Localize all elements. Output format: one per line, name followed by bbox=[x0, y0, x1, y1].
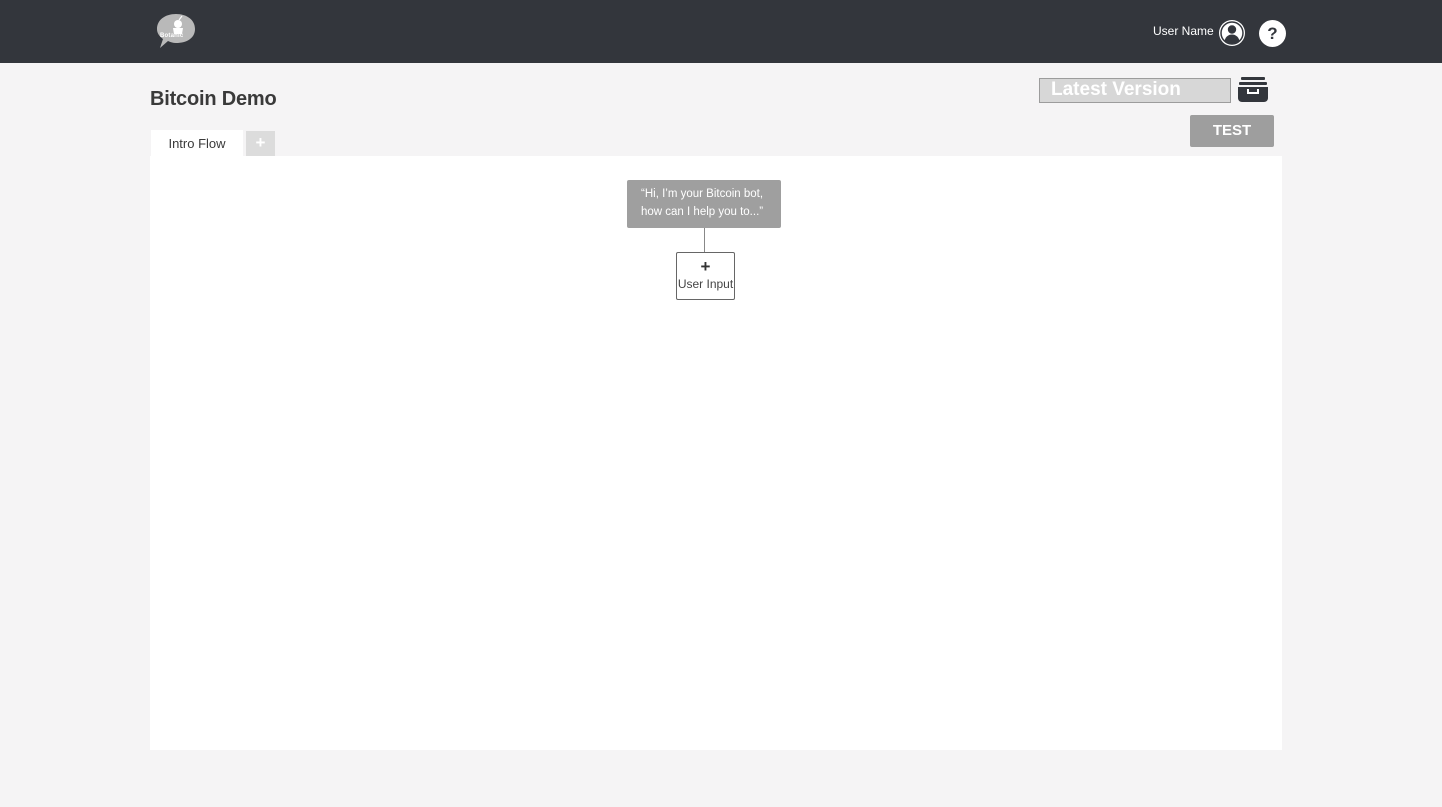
top-bar: Botanic User Name ? bbox=[0, 0, 1442, 63]
tab-intro-flow[interactable]: Intro Flow bbox=[151, 130, 243, 157]
user-name[interactable]: User Name bbox=[1153, 24, 1214, 38]
version-select[interactable]: Latest Version bbox=[1039, 78, 1231, 103]
archive-box-icon[interactable] bbox=[1237, 76, 1269, 103]
help-icon[interactable]: ? bbox=[1259, 20, 1286, 47]
add-user-input-button[interactable]: + User Input bbox=[676, 252, 735, 300]
logo-text: Botanic bbox=[160, 33, 184, 39]
user-avatar-icon[interactable] bbox=[1218, 19, 1246, 47]
bot-message-line-2: how can I help you to...” bbox=[641, 206, 764, 218]
bot-message-line-1: “Hi, I’m your Bitcoin bot, bbox=[641, 188, 764, 200]
add-tab-button[interactable]: + bbox=[246, 131, 275, 156]
bot-message-node[interactable]: “Hi, I’m your Bitcoin bot, how can I hel… bbox=[627, 180, 781, 228]
user-input-label: User Input bbox=[677, 277, 734, 291]
logo[interactable]: Botanic bbox=[156, 12, 196, 50]
flow-connector bbox=[704, 228, 705, 252]
test-button[interactable]: TEST bbox=[1190, 115, 1274, 147]
flow-canvas[interactable] bbox=[150, 156, 1282, 750]
speech-bubble-bot-icon bbox=[157, 14, 195, 48]
page-title: Bitcoin Demo bbox=[150, 88, 277, 110]
plus-icon: + bbox=[700, 257, 711, 276]
